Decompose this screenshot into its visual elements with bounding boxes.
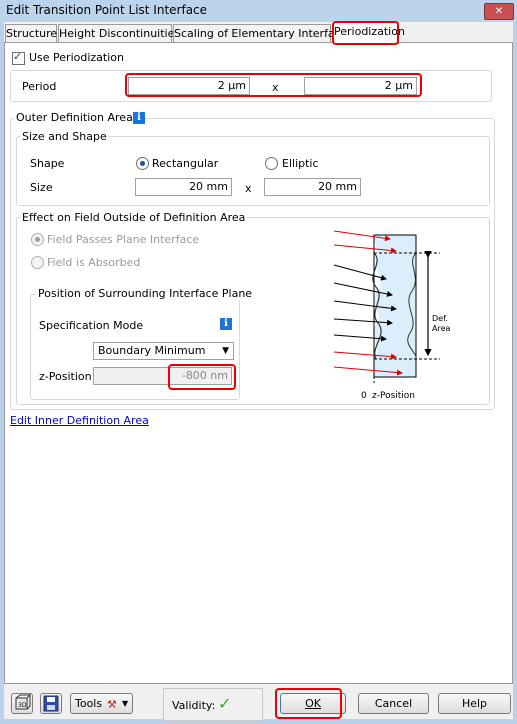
field-absorbed-label: Field is Absorbed: [47, 256, 141, 269]
rectangular-label: Rectangular: [152, 157, 219, 170]
checkmark-icon: ✓: [218, 694, 232, 713]
specification-mode-select[interactable]: Boundary Minimum ▼: [93, 342, 234, 360]
z-position-axis-label: z-Position: [372, 391, 415, 401]
z-position-label: z-Position: [39, 370, 92, 383]
validity-label: Validity:: [172, 699, 216, 712]
size-y-input[interactable]: 20 mm: [264, 178, 361, 196]
tab-height-discontinuities[interactable]: Height Discontinuities: [58, 24, 180, 43]
cube-icon: 3D: [15, 693, 32, 710]
def-area-label-2: Area: [432, 324, 451, 333]
use-periodization-checkbox[interactable]: [12, 50, 25, 65]
surrounding-plane-title: Position of Surrounding Interface Plane: [36, 287, 255, 300]
view-3d-button[interactable]: 3D: [11, 693, 33, 714]
size-separator: x: [245, 182, 252, 195]
chevron-down-icon: ▼: [122, 699, 129, 708]
tab-scaling[interactable]: Scaling of Elementary Interface: [173, 24, 348, 43]
floppy-disk-icon: [43, 695, 59, 712]
use-periodization-label: Use Periodization: [29, 51, 124, 64]
field-passes-label: Field Passes Plane Interface: [47, 233, 200, 246]
outer-definition-title: Outer Definition Area: [14, 111, 135, 124]
help-button[interactable]: Help: [438, 693, 511, 714]
tab-structure[interactable]: Structure: [5, 24, 57, 43]
tools-menu-button[interactable]: Tools ⚒ ▼: [70, 693, 133, 714]
specification-mode-label: Specification Mode: [39, 319, 144, 332]
tools-wrench-icon: ⚒: [107, 698, 117, 711]
window-title: Edit Transition Point List Interface: [6, 3, 208, 17]
edit-inner-definition-link[interactable]: Edit Inner Definition Area: [10, 414, 149, 427]
effect-title: Effect on Field Outside of Definition Ar…: [20, 211, 248, 224]
size-shape-title: Size and Shape: [20, 130, 109, 143]
save-button[interactable]: [40, 693, 62, 714]
def-area-label-1: Def.: [432, 314, 448, 323]
outer-info-icon[interactable]: i: [133, 112, 145, 124]
highlight-periodization-tab: [332, 21, 399, 45]
highlight-period: [125, 73, 422, 97]
cancel-button[interactable]: Cancel: [358, 693, 429, 714]
elliptic-radio[interactable]: [265, 157, 278, 170]
zero-label: 0: [361, 391, 367, 401]
highlight-z-position: [168, 364, 236, 390]
highlight-ok: [275, 688, 342, 719]
size-shape-group: [16, 136, 490, 206]
period-label: Period: [22, 80, 57, 93]
field-passes-radio[interactable]: [31, 233, 44, 246]
tools-label: Tools: [75, 697, 103, 710]
spec-info-icon[interactable]: i: [220, 318, 232, 330]
definition-area-diagram: Def. Area 0 z-Position: [333, 230, 451, 401]
mode-selected-value: Boundary Minimum: [98, 344, 206, 357]
shape-label: Shape: [30, 157, 65, 170]
close-button[interactable]: ✕: [484, 3, 514, 20]
svg-text:3D: 3D: [18, 702, 27, 709]
size-label: Size: [30, 181, 53, 194]
rectangular-radio[interactable]: [136, 157, 149, 170]
elliptic-label: Elliptic: [282, 157, 319, 170]
field-absorbed-radio[interactable]: [31, 256, 44, 269]
size-x-input[interactable]: 20 mm: [135, 178, 232, 196]
chevron-down-icon: ▼: [222, 346, 229, 356]
